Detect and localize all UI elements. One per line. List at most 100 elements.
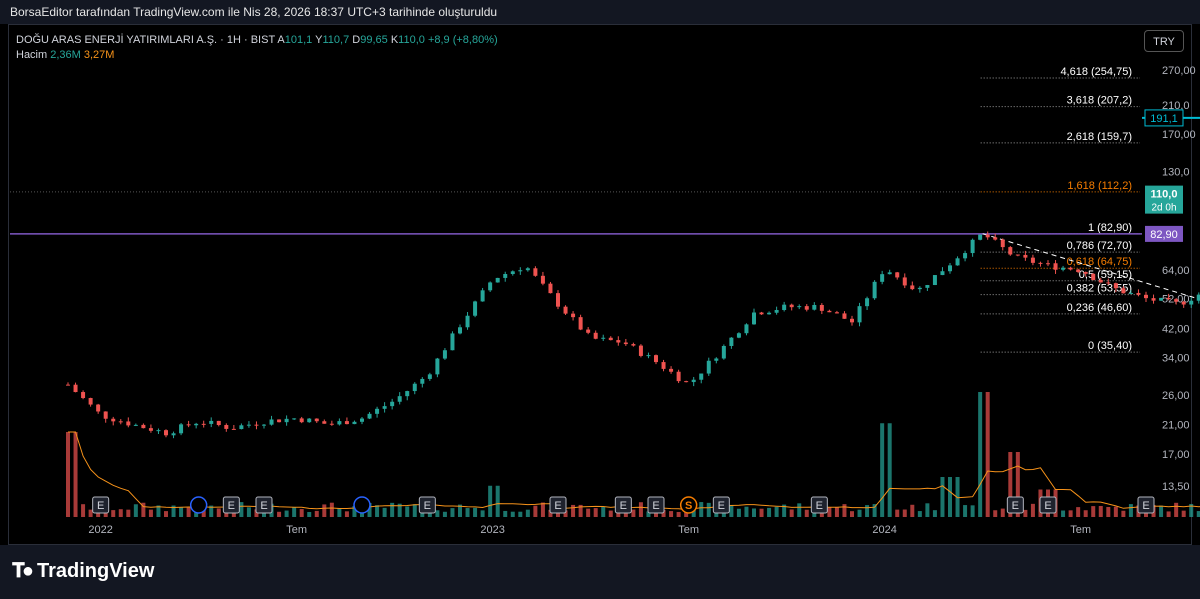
volume-bar [495,485,500,517]
candle-body [186,424,191,426]
candle-body [834,312,839,314]
candle-body [390,401,395,407]
volume-bar [774,506,779,517]
candle-body [1053,263,1058,270]
volume-bar [239,502,244,517]
y-tick-label: 26,00 [1162,390,1190,402]
candle-body [714,358,719,361]
current-price-label: 110,0 [1151,189,1178,201]
volume-bar [337,508,342,517]
volume-bar [292,507,297,517]
candle-body [435,358,440,375]
volume-bar [593,508,598,517]
candle-body [586,329,591,333]
volume-bar [638,502,643,517]
candle-body [721,345,726,359]
symbol-name[interactable]: DOĞU ARAS ENERJİ YATIRIMLARI A.Ş. · 1H ·… [16,34,275,46]
volume-bar [314,510,319,517]
candle-body [525,268,530,271]
volume-label[interactable]: Hacim [16,49,47,61]
candle-body [246,424,251,426]
y-tick-label: 130,0 [1162,166,1190,178]
tradingview-logo[interactable]: 𝐓● TradingView [12,560,154,583]
candle-body [1181,301,1186,305]
candle-body [932,275,937,286]
candle-body [895,272,900,278]
candle-body [593,332,598,339]
fib-level-label: 1,618 (112,2) [1067,180,1132,192]
volume-bar [1023,509,1028,517]
volume-bar [804,509,809,517]
volume-bar [133,504,138,517]
candle-body [819,304,824,311]
candle-body [925,285,930,288]
earnings-marker-label: E [97,500,104,512]
low-value: 99,65 [360,34,388,46]
volume-bar [88,509,93,517]
volume-bar [179,507,184,517]
earnings-marker-label: E [1044,500,1051,512]
y-tick-label: 270,00 [1162,65,1196,77]
candle-body [458,327,462,334]
candle-body [103,411,108,419]
volume-bar [525,509,530,517]
price-chart-svg: 270,00210,0170,00130,064,0052,0042,0034,… [10,65,1200,536]
candle-body [985,234,990,238]
candle-body [1068,267,1073,270]
open-value: 101,1 [284,34,313,46]
x-tick-label: 2022 [88,524,112,536]
candle-body [608,337,613,341]
volume-bar [669,511,674,517]
close-value: 110,0 [398,34,425,46]
volume-bar [925,503,930,517]
volume-bar [699,502,704,517]
candle-body [1083,271,1088,274]
candle-body [661,362,666,369]
candle-body [269,419,274,425]
dividend-marker [189,496,208,514]
chart-legend: DOĞU ARAS ENERJİ YATIRIMLARI A.Ş. · 1H ·… [16,33,498,63]
candle-body [646,355,651,357]
candle-body [118,421,123,423]
countdown-label: 2d 0h [1151,203,1176,214]
candle-body [111,418,116,422]
candle-body [827,310,832,313]
candle-body [375,408,380,414]
candle-body [691,379,696,383]
volume-bar [375,505,380,517]
volume-bar [450,508,455,517]
candle-body [759,312,764,315]
volume-bar [1128,504,1133,517]
volume-bar [880,423,885,517]
volume-bar [631,509,636,517]
volume-bar [216,508,221,517]
volume-bar [1181,510,1186,517]
candle-body [179,424,184,434]
candle-body [601,337,606,339]
candle-body [1159,297,1164,301]
footer-bar [0,545,1200,599]
candle-body [993,237,998,240]
candle-body [367,413,372,419]
volume-bar [81,504,86,517]
candle-body [307,418,312,423]
candle-body [782,304,787,311]
candle-body [1076,269,1081,272]
candle-body [767,312,772,315]
volume-bar [608,510,613,517]
candle-body [277,419,282,423]
candle-body [1121,288,1126,294]
candle-body [292,418,297,420]
candle-body [563,306,568,314]
volume-ma-value: 3,27M [83,49,115,61]
volume-bar [910,504,915,517]
volume-bar [850,511,854,517]
change-value: +8,9 (+8,80%) [427,34,498,46]
candle-body [1098,279,1103,283]
earnings-marker-label: E [652,500,659,512]
volume-bar [382,507,387,517]
fib-level-label: 0 (35,40) [1088,340,1132,352]
volume-bar [917,511,922,517]
candle-body [344,421,349,425]
fib-level-label: 4,618 (254,75) [1060,66,1132,78]
